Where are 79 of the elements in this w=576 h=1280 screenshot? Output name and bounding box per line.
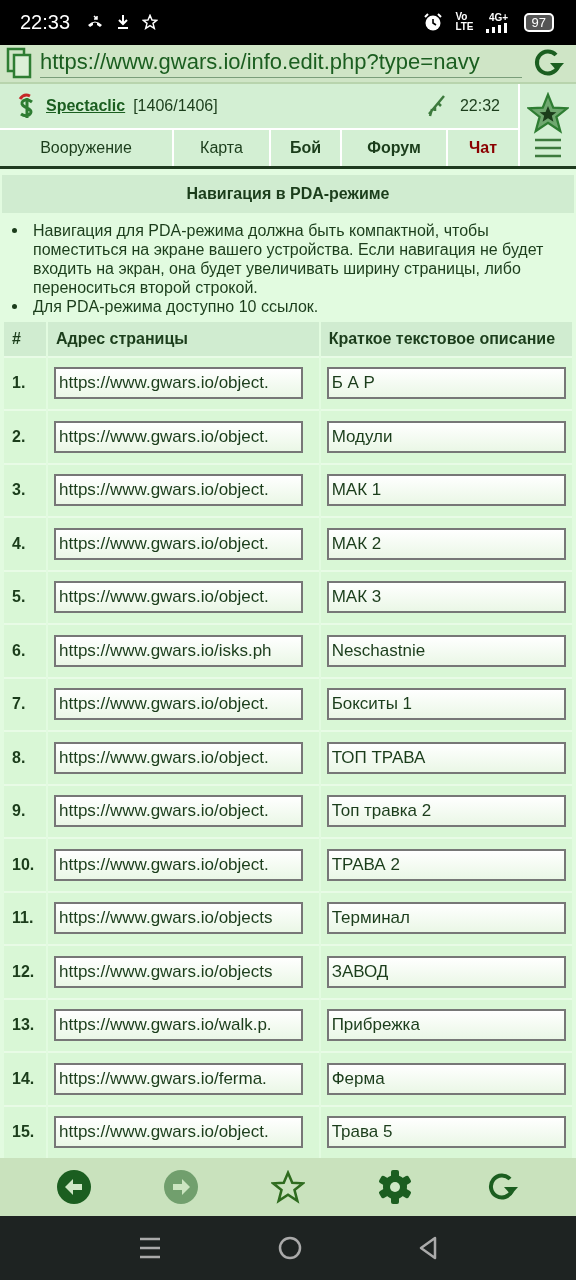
back-icon[interactable]	[418, 1236, 438, 1260]
url-input[interactable]: https://www.gwars.io/walk.p.	[54, 1009, 303, 1042]
description-input[interactable]: Терминал	[326, 902, 566, 935]
url-input[interactable]: https://www.gwars.io/object.	[54, 367, 303, 400]
url-input[interactable]: https://www.gwars.io/object.	[54, 527, 303, 560]
description-input[interactable]: МАК 3	[326, 581, 566, 614]
back-icon[interactable]	[55, 1169, 92, 1205]
description-input[interactable]: Трава 5	[326, 1116, 566, 1149]
user-link[interactable]: Spectaclic	[46, 96, 126, 115]
column-header: Краткое текстовое описание	[320, 321, 572, 356]
url-input[interactable]: https://www.gwars.io/object.	[54, 420, 303, 453]
rifle-icon	[425, 94, 446, 117]
menu-icon[interactable]	[534, 137, 562, 158]
nav-tab[interactable]: Карта	[174, 129, 269, 166]
description-input[interactable]: Бокситы 1	[326, 688, 566, 721]
row-number: 1.	[4, 355, 46, 409]
row-number: 7.	[4, 676, 46, 730]
description-input[interactable]: Топ травка 2	[326, 795, 566, 828]
clock: 22:33	[20, 10, 71, 34]
nav-tab[interactable]: Форум	[342, 129, 446, 166]
note-text: Навигация для PDA-режима должна быть компактной, чтобы поместиться на экране вашего устройства. Если навигация не будет входить на экран, она будет увеличивать ширину страницы, либо переноситься второй строкой.	[33, 220, 545, 297]
nav-tab[interactable]: Бой	[271, 129, 340, 166]
recents-icon[interactable]	[138, 1237, 162, 1259]
settings-icon[interactable]	[376, 1169, 413, 1205]
note-text: Для PDA-режима доступно 10 ссылок.	[33, 296, 319, 316]
description-input[interactable]: Б А Р	[326, 367, 566, 400]
row-number: 3.	[4, 462, 46, 516]
url-input[interactable]: https://www.gwars.io/object.	[54, 688, 303, 721]
battery-indicator: 97	[523, 12, 554, 32]
row-number: 13.	[4, 997, 46, 1051]
url-input[interactable]: https://www.gwars.io/object.	[54, 848, 303, 881]
hp-label: [1406/1406]	[133, 96, 218, 115]
row-number: 10.	[4, 837, 46, 891]
row-number: 14.	[4, 1051, 46, 1105]
description-input[interactable]: Neschastnie	[326, 634, 566, 667]
copy-icon[interactable]	[6, 47, 32, 80]
description-input[interactable]: ЗАВОД	[326, 955, 566, 988]
row-number: 15.	[4, 1104, 46, 1158]
alarm-icon	[423, 12, 444, 33]
row-number: 6.	[4, 623, 46, 677]
description-input[interactable]: МАК 1	[326, 474, 566, 507]
home-icon[interactable]	[278, 1236, 302, 1260]
star-icon[interactable]	[527, 91, 569, 134]
column-header: Адрес страницы	[48, 321, 319, 356]
bullet-icon	[12, 303, 17, 309]
row-number: 2.	[4, 409, 46, 463]
url-input[interactable]: https://www.gwars.io/object.	[54, 795, 303, 828]
row-number: 12.	[4, 944, 46, 998]
description-input[interactable]: ТОП ТРАВА	[326, 741, 566, 774]
url-input[interactable]: https://www.gwars.io/object.	[54, 474, 303, 507]
bullet-icon	[12, 227, 17, 233]
column-header: #	[4, 321, 46, 356]
star-icon	[142, 14, 159, 31]
description-input[interactable]: Прибрежка	[326, 1009, 566, 1042]
network-label: 4G+	[488, 11, 509, 23]
server-time: 22:32	[459, 96, 500, 115]
nav-tab[interactable]: Вооружение	[0, 129, 172, 166]
description-input[interactable]: Ферма	[326, 1062, 566, 1095]
row-number: 4.	[4, 516, 46, 570]
volte-label: LTE	[455, 22, 474, 33]
row-number: 5.	[4, 569, 46, 623]
row-number: 9.	[4, 783, 46, 837]
url-input[interactable]: https://www.gwars.io/ferma.	[54, 1062, 303, 1095]
star-icon[interactable]	[271, 1170, 305, 1204]
nav-tab[interactable]: Чат	[448, 129, 518, 166]
download-icon	[116, 14, 131, 31]
description-input[interactable]: Модули	[326, 420, 566, 453]
description-input[interactable]: ТРАВА 2	[326, 848, 566, 881]
url-input[interactable]: https://www.gwars.io/objects	[54, 955, 303, 988]
url-input[interactable]: https://www.gwars.io/objects	[54, 902, 303, 935]
row-number: 8.	[4, 730, 46, 784]
url-input[interactable]: https://www.gwars.io/object.	[54, 741, 303, 774]
volte-label: Vo	[455, 12, 468, 23]
row-number: 11.	[4, 890, 46, 944]
url-input[interactable]: https://www.gwars.io/isks.ph	[54, 634, 303, 667]
url-input[interactable]: https://www.gwars.io/object.	[54, 581, 303, 614]
description-input[interactable]: МАК 2	[326, 527, 566, 560]
section-title: Навигация в PDA-режиме	[2, 174, 574, 213]
url-input[interactable]: https://www.gwars.io/object.	[54, 1116, 303, 1149]
